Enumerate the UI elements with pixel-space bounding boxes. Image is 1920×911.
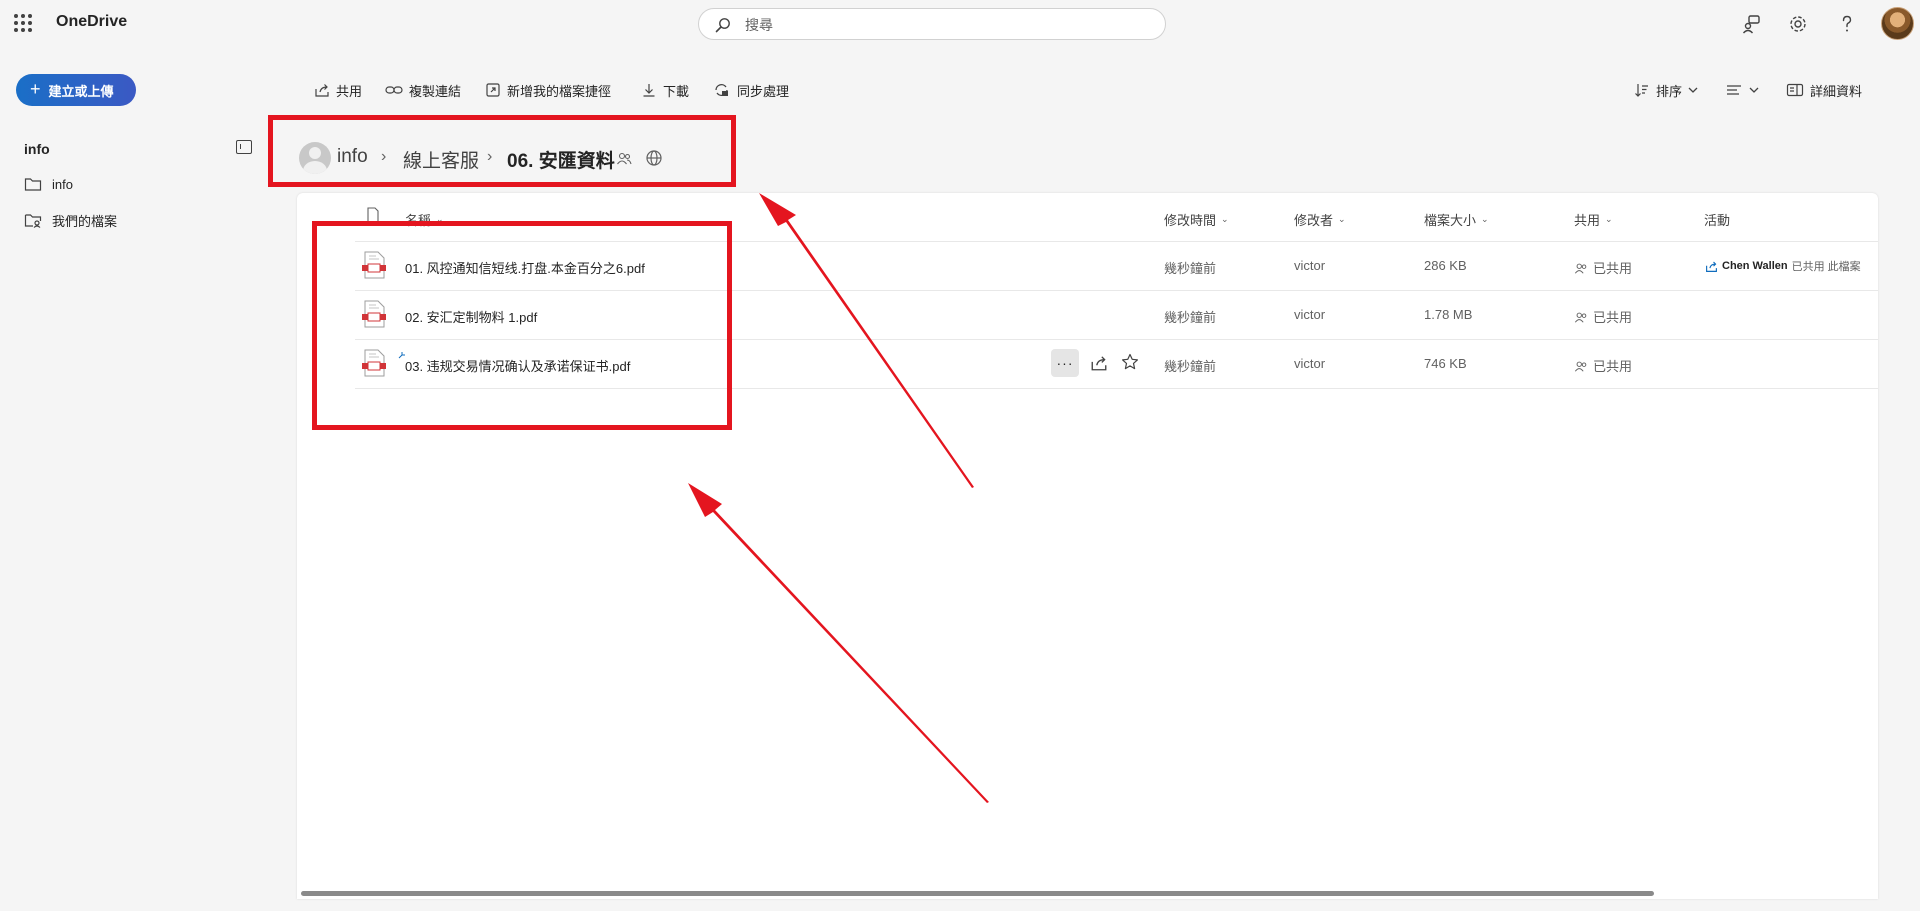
column-header-activity: 活動 [1704,210,1730,229]
chevron-down-icon: ⌄ [1221,214,1229,224]
share-icon [315,84,329,97]
share-icon[interactable] [1090,354,1108,372]
plus-icon: + [30,79,41,99]
app-launcher-icon[interactable] [14,14,32,32]
sidebar-item-label: 我們的檔案 [52,213,118,229]
sync-label: 同步處理 [737,83,790,99]
app-title[interactable]: OneDrive [56,13,127,31]
search-box[interactable] [698,8,1166,40]
sort-label: 排序 [1656,83,1683,99]
shared-folder-icon [24,214,42,228]
horizontal-scrollbar[interactable] [301,891,1654,896]
activity-text: 已共用 此檔案 [1791,261,1861,273]
gear-icon[interactable] [1787,13,1809,35]
column-header-sharing[interactable]: 共用 ⌄ [1574,210,1613,229]
column-header-label: 修改者 [1294,213,1334,228]
column-header-modified-by[interactable]: 修改者 ⌄ [1294,210,1346,229]
chevron-down-icon: ⌄ [1338,214,1346,224]
annotation-box-breadcrumb [268,115,736,187]
column-header-label: 修改時間 [1164,213,1217,228]
sort-icon [1635,84,1648,97]
search-icon [715,18,730,33]
favorite-star-icon[interactable] [1121,353,1139,371]
sharing-status[interactable]: 已共用 [1574,258,1632,277]
chevron-down-icon [1749,87,1759,93]
sharing-label: 已共用 [1593,310,1633,325]
modified-time: 幾秒鐘前 [1164,359,1217,374]
sidebar-section-title: info [24,141,50,157]
modified-by: victor [1294,258,1326,273]
search-input[interactable] [745,15,1145,35]
download-icon [643,84,655,97]
shortcut-icon [486,83,500,97]
sharing-label: 已共用 [1593,359,1633,374]
create-upload-button[interactable]: + 建立或上傳 [16,74,136,106]
activity-entry[interactable]: Chen Wallen 已共用 此檔案 [1705,258,1878,274]
create-upload-label: 建立或上傳 [48,83,114,99]
download-label: 下載 [663,83,690,99]
modified-time: 幾秒鐘前 [1164,261,1217,276]
feedback-icon[interactable] [1741,13,1763,35]
column-header-label: 活動 [1704,213,1731,228]
add-shortcut-button[interactable]: 新增我的檔案捷徑 [485,79,611,101]
shared-people-icon [1574,263,1587,274]
list-view-icon [1727,85,1741,95]
sidebar-item-info[interactable]: info [24,172,73,196]
activity-user: Chen Wallen [1722,260,1788,272]
copy-link-button[interactable]: 複製連結 [385,79,461,101]
column-header-size[interactable]: 檔案大小 ⌄ [1424,210,1489,229]
view-options-button[interactable] [1725,79,1759,101]
sort-button[interactable]: 排序 [1634,79,1698,101]
details-label: 詳細資料 [1810,83,1863,99]
link-icon [385,86,403,94]
sharing-status[interactable]: 已共用 [1574,356,1632,375]
top-bar: OneDrive [0,0,1920,48]
file-size: 286 KB [1424,258,1467,273]
copy-link-label: 複製連結 [409,83,462,99]
annotation-box-files [312,221,732,430]
collapse-pane-icon[interactable] [236,140,252,154]
file-size: 746 KB [1424,356,1467,371]
chevron-down-icon: ⌄ [1481,214,1489,224]
share-button[interactable]: 共用 [314,79,362,101]
sidebar-item-our-files[interactable]: 我們的檔案 [24,208,117,232]
modified-by: victor [1294,307,1326,322]
sharing-label: 已共用 [1593,261,1633,276]
chevron-down-icon: ⌄ [1605,214,1613,224]
column-header-label: 檔案大小 [1424,213,1477,228]
avatar[interactable] [1881,7,1914,40]
file-size: 1.78 MB [1424,307,1473,322]
add-shortcut-label: 新增我的檔案捷徑 [507,83,612,99]
chevron-down-icon [1688,87,1698,93]
sidebar-item-label: info [52,176,73,192]
sync-button[interactable]: 同步處理 [713,79,789,101]
share-icon [1706,261,1717,272]
shared-people-icon [1574,361,1587,372]
shared-people-icon [1574,312,1587,323]
details-pane-icon [1786,83,1804,97]
folder-icon [24,178,42,191]
details-button[interactable]: 詳細資料 [1786,79,1862,101]
more-actions-button[interactable]: ··· [1051,349,1079,377]
column-header-label: 共用 [1574,213,1601,228]
modified-time: 幾秒鐘前 [1164,310,1217,325]
column-header-modified[interactable]: 修改時間 ⌄ [1164,210,1229,229]
help-icon[interactable] [1836,13,1858,35]
sharing-status[interactable]: 已共用 [1574,307,1632,326]
modified-by: victor [1294,356,1326,371]
sync-icon [715,84,728,96]
download-button[interactable]: 下載 [641,79,689,101]
share-label: 共用 [336,83,363,99]
